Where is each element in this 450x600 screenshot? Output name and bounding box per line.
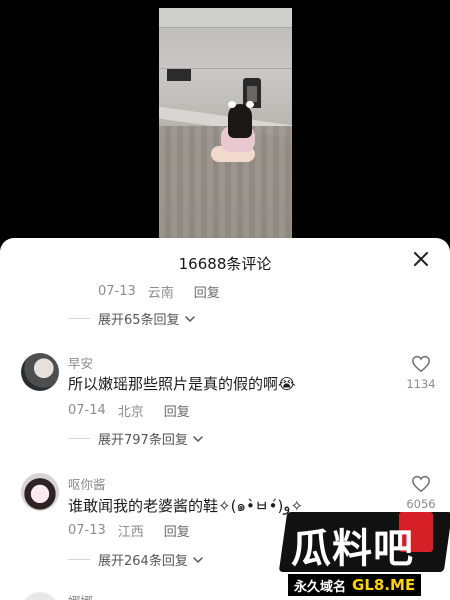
- watermark-prefix: 永久域名: [294, 579, 347, 595]
- comment-username[interactable]: 呕你酱: [68, 474, 106, 493]
- comment-date: 07-14: [68, 403, 106, 418]
- heart-icon: [412, 475, 430, 493]
- chevron-down-icon: [184, 315, 195, 322]
- comment-text: 所以嫩瑶那些照片是真的假的啊😭: [68, 375, 296, 393]
- comment-meta: 07-13 云南 回复: [98, 282, 220, 301]
- expand-label: 展开65条回复: [98, 313, 180, 328]
- expand-label: 展开797条回复: [98, 433, 188, 448]
- comment-location: 云南: [147, 286, 174, 301]
- comment-location: 江西: [117, 525, 144, 540]
- watermark-logo: 瓜料吧 永久域名 GL8.ME: [278, 512, 450, 598]
- watermark-domain-bar: 永久域名 GL8.ME: [288, 574, 422, 596]
- wall-sign: [167, 69, 191, 81]
- person-hair: [228, 104, 252, 138]
- comment-text: 谁敢闻我的老婆酱的鞋✧(๑•̀ㅂ•́)و✧: [68, 497, 304, 515]
- heart-icon: [412, 355, 430, 373]
- reply-button[interactable]: 回复: [194, 282, 220, 301]
- wall-band: [159, 8, 292, 28]
- comment-date: 07-13: [98, 284, 136, 299]
- reply-button[interactable]: 回复: [164, 521, 190, 540]
- watermark-title: 瓜料吧: [291, 526, 414, 572]
- like-button[interactable]: 6056: [401, 475, 441, 511]
- comment-meta: 07-14 北京 回复: [68, 401, 190, 420]
- comment-date: 07-13: [68, 523, 106, 538]
- comment-username[interactable]: 娜娜: [68, 591, 93, 600]
- like-count: 1134: [406, 377, 436, 391]
- expand-replies-button[interactable]: 展开264条回复: [68, 550, 204, 569]
- avatar[interactable]: [21, 473, 59, 511]
- comment-count-title: 16688条评论: [178, 255, 272, 273]
- chevron-down-icon: [193, 556, 203, 563]
- video-frame: [159, 8, 292, 238]
- avatar[interactable]: [21, 353, 59, 391]
- hair-bow-right: [246, 101, 254, 108]
- hair-bow-left: [228, 101, 236, 108]
- comment-location: 北京: [117, 405, 144, 420]
- expand-divider: [68, 318, 90, 319]
- expand-label: 展开264条回复: [98, 554, 188, 569]
- watermark-domain: GL8.ME: [352, 576, 416, 594]
- close-icon[interactable]: [412, 250, 430, 268]
- like-button[interactable]: 1134: [401, 355, 441, 391]
- expand-replies-button[interactable]: 展开65条回复: [68, 309, 196, 328]
- video-player[interactable]: [0, 0, 450, 238]
- expand-replies-button[interactable]: 展开797条回复: [68, 429, 204, 448]
- comment-username[interactable]: 早安: [68, 353, 93, 372]
- reply-button[interactable]: 回复: [164, 401, 190, 420]
- like-count: 6056: [406, 497, 436, 511]
- chevron-down-icon: [193, 435, 203, 442]
- comment-meta: 07-13 江西 回复: [68, 521, 190, 540]
- expand-divider: [68, 559, 90, 560]
- expand-divider: [68, 438, 90, 439]
